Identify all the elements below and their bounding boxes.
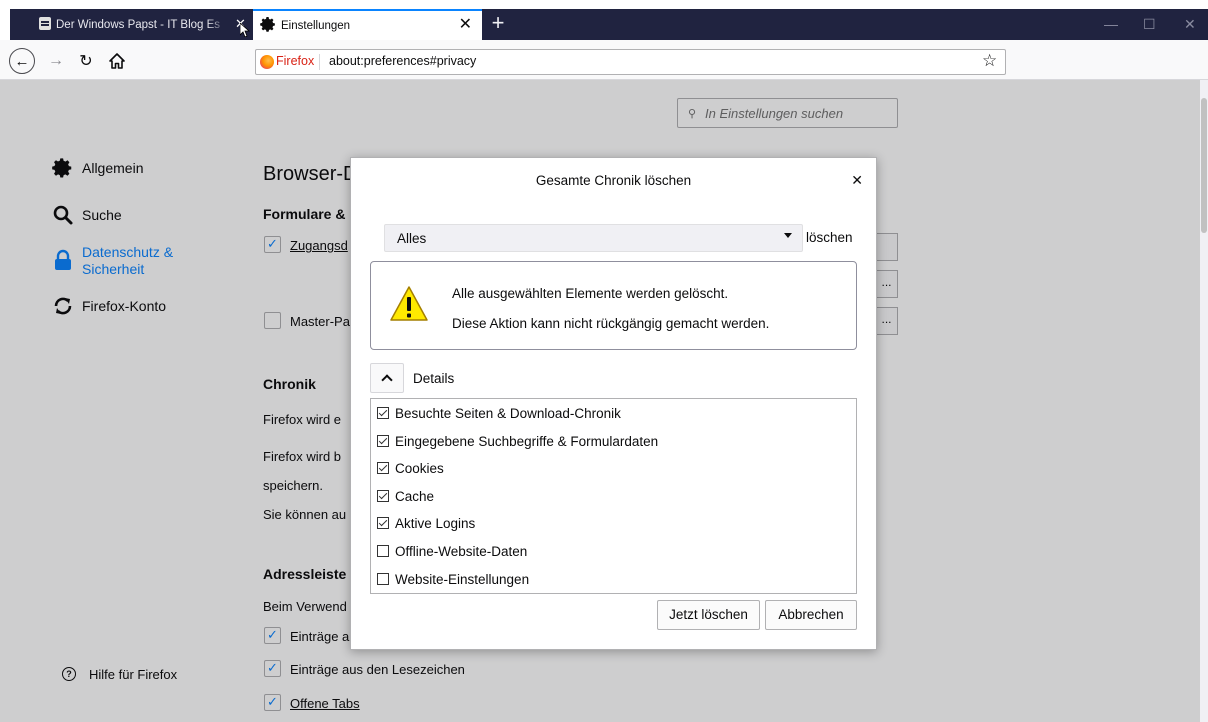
url-text[interactable]: about:preferences#privacy: [329, 54, 476, 68]
tab-settings[interactable]: Einstellungen ✕: [253, 9, 482, 40]
gear-icon: [260, 17, 275, 32]
tab-bar: Der Windows Papst - IT Blog Es ✕ Einstel…: [10, 9, 1208, 40]
url-bar[interactable]: Firefox about:preferences#privacy ☆: [255, 49, 1006, 75]
bookmark-star-icon[interactable]: ☆: [982, 51, 997, 71]
reload-icon: ↻: [79, 53, 93, 70]
minimize-icon[interactable]: —: [1104, 16, 1118, 32]
site-favicon-icon: [39, 17, 51, 30]
checkbox[interactable]: [377, 462, 389, 474]
close-icon[interactable]: ✕: [851, 172, 863, 188]
close-tab-icon[interactable]: ✕: [459, 16, 472, 34]
tab-strip: Der Windows Papst - IT Blog Es ✕ Einstel…: [0, 0, 1208, 40]
scrollbar-thumb[interactable]: [1201, 98, 1207, 233]
list-item[interactable]: Eingegebene Suchbegriffe & Formulardaten: [377, 430, 658, 452]
clear-now-button[interactable]: Jetzt löschen: [657, 600, 760, 630]
checkbox[interactable]: [377, 407, 389, 419]
cancel-button[interactable]: Abbrechen: [765, 600, 857, 630]
warning-text-1: Alle ausgewählten Elemente werden gelösc…: [452, 286, 729, 301]
list-item[interactable]: Cache: [377, 485, 434, 507]
maximize-icon[interactable]: ☐: [1143, 16, 1156, 32]
checkbox[interactable]: [377, 573, 389, 585]
history-items-list: Besuchte Seiten & Download-Chronik Einge…: [370, 398, 857, 594]
tab-windows-papst[interactable]: Der Windows Papst - IT Blog Es ✕: [10, 9, 247, 40]
checkbox[interactable]: [377, 435, 389, 447]
tab-title: Einstellungen: [281, 19, 351, 32]
list-item[interactable]: Aktive Logins: [377, 512, 475, 534]
mouse-cursor-icon: [240, 23, 250, 37]
time-range-select[interactable]: Alles: [384, 224, 803, 252]
reload-button[interactable]: ↻: [74, 49, 98, 73]
list-item[interactable]: Besuchte Seiten & Download-Chronik: [377, 402, 621, 424]
list-item[interactable]: Cookies: [377, 457, 444, 479]
back-arrow-icon: ←: [14, 52, 30, 70]
forward-button[interactable]: →: [44, 49, 68, 73]
close-window-icon[interactable]: ✕: [1184, 16, 1196, 32]
firefox-icon: [260, 55, 274, 69]
warning-text-2: Diese Aktion kann nicht rückgängig gemac…: [452, 316, 770, 331]
identity-label: Firefox: [276, 54, 315, 68]
details-toggle-button[interactable]: [370, 363, 404, 393]
dialog-title: Gesamte Chronik löschen: [535, 173, 692, 188]
time-range-suffix: löschen: [806, 230, 853, 245]
home-icon: [109, 53, 125, 69]
back-button[interactable]: ←: [9, 48, 35, 74]
time-range-value: Alles: [397, 231, 427, 246]
checkbox[interactable]: [377, 490, 389, 502]
warning-box: Alle ausgewählten Elemente werden gelösc…: [370, 261, 857, 350]
details-label[interactable]: Details: [413, 371, 454, 386]
checkbox[interactable]: [377, 517, 389, 529]
checkbox[interactable]: [377, 545, 389, 557]
new-tab-button[interactable]: +: [486, 12, 510, 36]
list-item[interactable]: Offline-Website-Daten: [377, 540, 527, 562]
list-item[interactable]: Website-Einstellungen: [377, 568, 529, 590]
chevron-down-icon: [784, 233, 792, 238]
tab-title: Der Windows Papst - IT Blog Es: [56, 18, 221, 31]
home-button[interactable]: [105, 49, 129, 73]
forward-arrow-icon: →: [48, 52, 64, 69]
chevron-up-icon: [381, 374, 393, 386]
warning-icon: [390, 286, 428, 321]
